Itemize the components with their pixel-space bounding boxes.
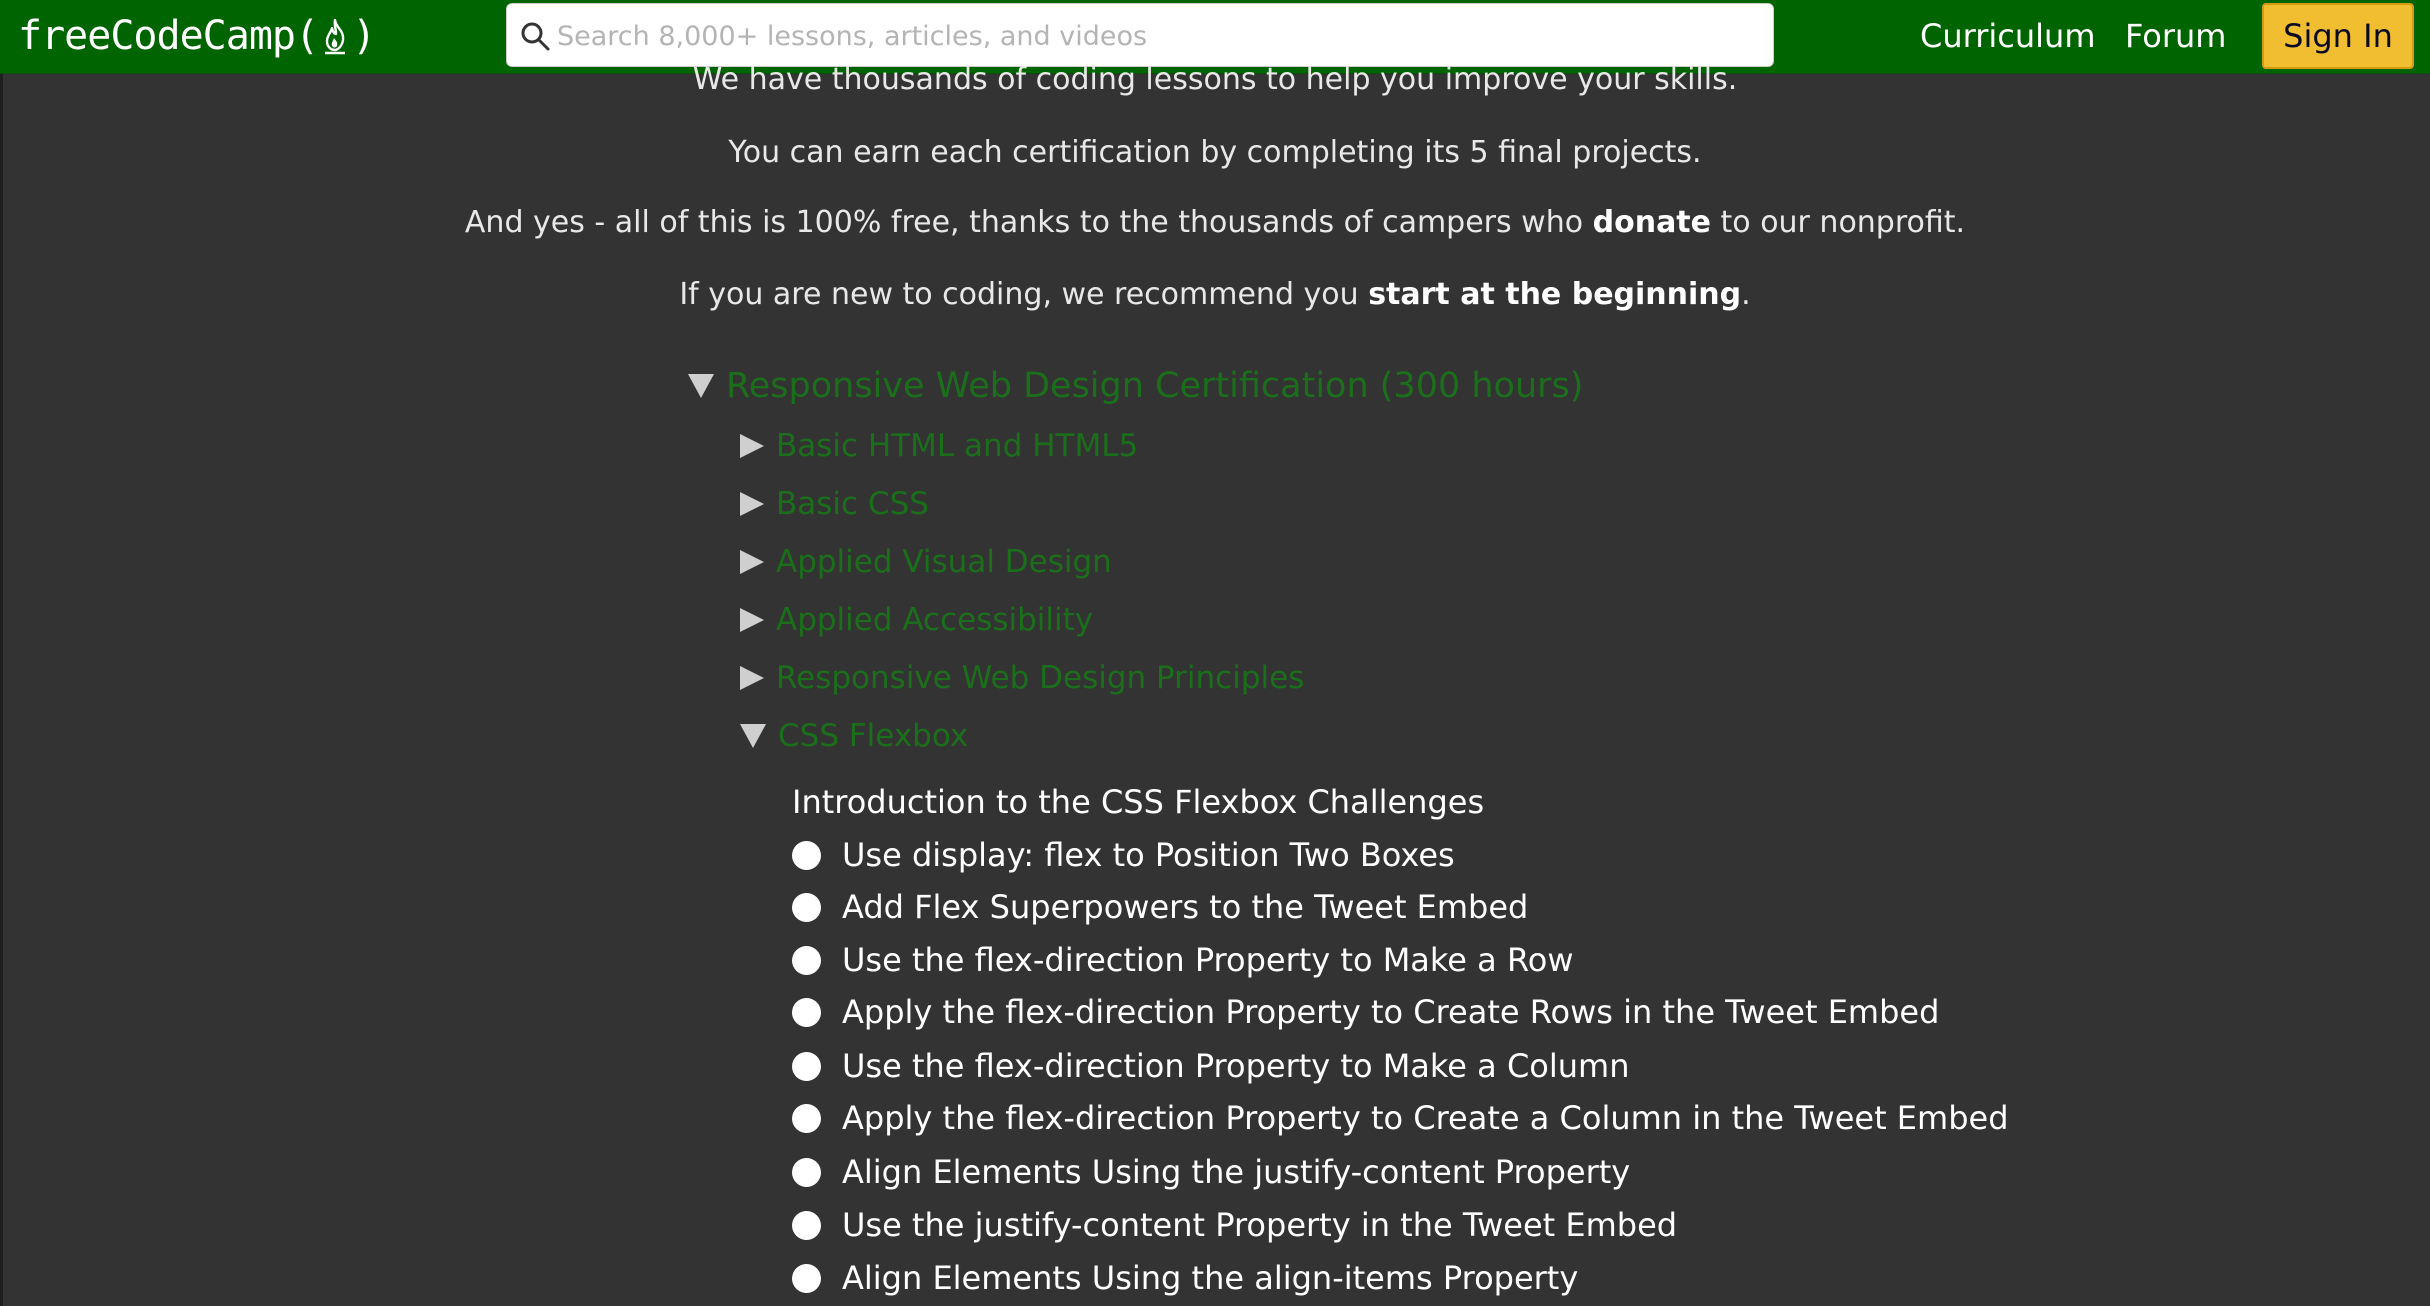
flexbox-intro-link[interactable]: Introduction to the CSS Flexbox Challeng… bbox=[792, 780, 1484, 824]
circle-icon bbox=[792, 1263, 821, 1293]
challenge-label: Use the flex-direction Property to Make … bbox=[842, 941, 1574, 979]
triangle-down-icon bbox=[688, 374, 714, 398]
intro-free-text: And yes - all of this is 100% free, than… bbox=[464, 205, 1593, 240]
window-edge bbox=[0, 0, 3, 1306]
challenge-item[interactable]: Apply the flex-direction Property to Cre… bbox=[792, 990, 1939, 1034]
intro-beginner-line: If you are new to coding, we recommend y… bbox=[0, 277, 2430, 312]
block-basic-css[interactable]: Basic CSS bbox=[740, 483, 929, 525]
circle-icon bbox=[792, 1157, 821, 1187]
challenge-label: Add Flex Superpowers to the Tweet Embed bbox=[842, 888, 1529, 926]
sign-in-button[interactable]: Sign In bbox=[2262, 3, 2414, 69]
block-applied-accessibility[interactable]: Applied Accessibility bbox=[740, 599, 1093, 641]
circle-icon bbox=[792, 1210, 821, 1240]
logo-text: freeCodeCamp bbox=[18, 13, 296, 59]
challenge-item[interactable]: Add Flex Superpowers to the Tweet Embed bbox=[792, 885, 1528, 929]
certification-toggle[interactable]: Responsive Web Design Certification (300… bbox=[688, 363, 1583, 409]
block-label: Applied Accessibility bbox=[776, 602, 1094, 638]
intro-beginner-period: . bbox=[1741, 277, 1751, 312]
intro-free-text-end: to our nonprofit. bbox=[1711, 205, 1966, 240]
challenge-item[interactable]: Align Elements Using the justify-content… bbox=[792, 1150, 1630, 1194]
block-basic-html[interactable]: Basic HTML and HTML5 bbox=[740, 425, 1138, 467]
block-label: Responsive Web Design Principles bbox=[776, 660, 1305, 696]
challenge-label: Apply the flex-direction Property to Cre… bbox=[842, 1099, 2009, 1137]
challenge-item[interactable]: Use the flex-direction Property to Make … bbox=[792, 1044, 1629, 1088]
block-label: Basic HTML and HTML5 bbox=[776, 428, 1139, 464]
certification-title: Responsive Web Design Certification (300… bbox=[726, 366, 1584, 406]
block-css-flexbox[interactable]: CSS Flexbox bbox=[740, 715, 968, 757]
circle-icon bbox=[792, 945, 821, 975]
challenge-label: Align Elements Using the align-items Pro… bbox=[842, 1259, 1579, 1297]
circle-icon bbox=[792, 1051, 821, 1081]
intro-partial-line: We have thousands of coding lessons to h… bbox=[692, 62, 1738, 97]
challenge-item[interactable]: Use display: flex to Position Two Boxes bbox=[792, 833, 1455, 877]
search-input[interactable] bbox=[557, 12, 1757, 60]
challenge-item[interactable]: Use the justify-content Property in the … bbox=[792, 1203, 1677, 1247]
logo-paren-close: ) bbox=[352, 13, 376, 59]
challenge-label: Apply the flex-direction Property to Cre… bbox=[842, 993, 1940, 1031]
intro-free-line: And yes - all of this is 100% free, than… bbox=[0, 205, 2430, 240]
triangle-right-icon bbox=[740, 434, 764, 458]
challenge-item[interactable]: Apply the flex-direction Property to Cre… bbox=[792, 1096, 2009, 1140]
start-at-beginning-link[interactable]: start at the beginning bbox=[1368, 277, 1741, 312]
nav-curriculum-link[interactable]: Curriculum bbox=[1920, 14, 2095, 58]
triangle-down-icon bbox=[740, 724, 766, 748]
challenge-item[interactable]: Use the flex-direction Property to Make … bbox=[792, 938, 1573, 982]
circle-icon bbox=[792, 892, 821, 922]
challenge-label: Align Elements Using the justify-content… bbox=[842, 1153, 1631, 1191]
circle-icon bbox=[792, 1103, 821, 1133]
challenge-item[interactable]: Align Elements Using the align-items Pro… bbox=[792, 1256, 1578, 1300]
nav-forum-link[interactable]: Forum bbox=[2125, 14, 2226, 58]
logo-link[interactable]: freeCodeCamp ( ) bbox=[18, 10, 376, 62]
challenge-label: Use the justify-content Property in the … bbox=[842, 1206, 1678, 1244]
block-label: CSS Flexbox bbox=[778, 718, 969, 754]
challenge-label: Use display: flex to Position Two Boxes bbox=[842, 836, 1455, 874]
donate-link[interactable]: donate bbox=[1593, 205, 1711, 240]
block-responsive-principles[interactable]: Responsive Web Design Principles bbox=[740, 657, 1304, 699]
triangle-right-icon bbox=[740, 550, 764, 574]
block-label: Basic CSS bbox=[776, 486, 929, 522]
triangle-right-icon bbox=[740, 666, 764, 690]
intro-certification-line: You can earn each certification by compl… bbox=[728, 135, 1702, 170]
block-label: Applied Visual Design bbox=[776, 544, 1112, 580]
challenge-label: Use the flex-direction Property to Make … bbox=[842, 1047, 1630, 1085]
triangle-right-icon bbox=[740, 608, 764, 632]
circle-icon bbox=[792, 997, 821, 1027]
circle-icon bbox=[792, 840, 821, 870]
flame-icon bbox=[325, 18, 346, 55]
block-applied-visual-design[interactable]: Applied Visual Design bbox=[740, 541, 1112, 583]
page: freeCodeCamp ( ) Curriculum Forum Sign I… bbox=[0, 0, 2430, 1306]
intro-beginner-text: If you are new to coding, we recommend y… bbox=[679, 277, 1369, 312]
triangle-right-icon bbox=[740, 492, 764, 516]
search-box[interactable] bbox=[506, 3, 1774, 67]
search-icon bbox=[521, 22, 550, 51]
logo-paren-open: ( bbox=[294, 13, 319, 59]
